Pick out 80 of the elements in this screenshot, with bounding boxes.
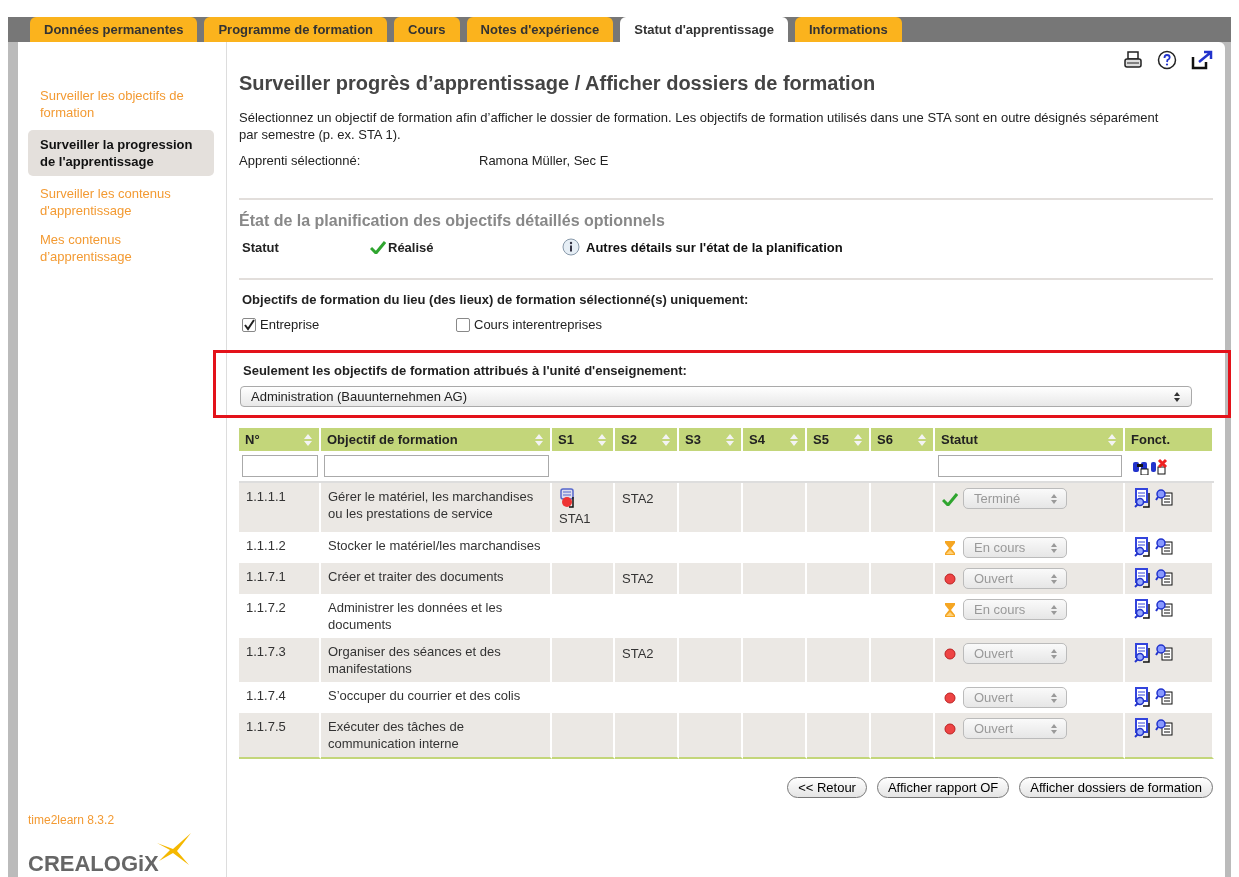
info-icon[interactable] [562, 238, 580, 256]
apprentice-name: Ramona Müller, Sec E [479, 153, 609, 168]
stepper-icon [1050, 691, 1058, 704]
stepper-icon [1050, 722, 1058, 735]
document-search-icon[interactable] [1134, 643, 1152, 663]
checkbox[interactable]: Cours interentreprises [456, 317, 602, 332]
tab[interactable]: Notes d'expérience [466, 17, 614, 42]
stepper-icon [1050, 541, 1058, 554]
document-search-icon[interactable] [1134, 488, 1152, 508]
action-button[interactable]: Afficher rapport OF [876, 777, 1010, 798]
table-cell: Exécuter des tâches de communication interne [321, 713, 552, 759]
help-icon[interactable] [1157, 50, 1177, 70]
table-cell: STA1 [559, 510, 591, 527]
document-search-icon[interactable] [1134, 537, 1152, 557]
table-cell: Gérer le matériel, les marchandises ou les prestations de service [321, 483, 552, 532]
tab[interactable]: Informations [794, 17, 902, 42]
document-alert-icon[interactable] [559, 488, 577, 508]
filter-field[interactable] [938, 455, 1122, 477]
section-heading: Objectifs de formation du lieu (des lieux) de formation sélectionné(s) uniquement: [241, 292, 750, 307]
check-icon [370, 240, 386, 254]
magnifier-document-icon[interactable] [1155, 687, 1173, 705]
document-search-icon[interactable] [1134, 687, 1152, 707]
action-button[interactable]: Afficher dossiers de formation [1019, 777, 1213, 798]
magnifier-document-icon[interactable] [1155, 718, 1173, 736]
document-search-icon[interactable] [1134, 568, 1152, 588]
magnifier-document-icon[interactable] [1155, 488, 1173, 506]
status-value: Réalisé [388, 239, 434, 255]
magnifier-document-icon[interactable] [1155, 599, 1173, 617]
column-header[interactable]: S2 [615, 428, 679, 451]
tab[interactable]: Données permanentes [30, 17, 198, 42]
column-header[interactable]: S1 [552, 428, 615, 451]
unit-select[interactable]: Administration (Bauunternehmen AG) [240, 386, 1192, 407]
tab[interactable]: Cours [394, 17, 460, 42]
tab[interactable]: Statut d'apprentissage [620, 17, 788, 42]
column-header[interactable]: S6 [871, 428, 935, 451]
check-icon [243, 318, 255, 331]
checkbox[interactable]: Entreprise [242, 317, 456, 332]
magnifier-document-icon[interactable] [1155, 568, 1173, 586]
filter-field[interactable] [324, 455, 549, 477]
page-title: Surveiller progrès d’apprentissage / Afficher dossiers de formation [239, 72, 877, 95]
logo-text: CREALOGiX [28, 851, 159, 877]
column-header[interactable]: S4 [743, 428, 807, 451]
stepper-icon [1050, 572, 1058, 585]
table-cell: 1.1.7.1 [239, 563, 321, 594]
stepper-icon [1050, 647, 1058, 660]
section-heading: Seulement les objectifs de formation attribués à l'unité d'enseignement: [242, 363, 688, 378]
column-header[interactable]: S3 [679, 428, 743, 451]
table-cell: Organiser des séances et des manifestations [321, 638, 552, 682]
stepper-icon [1173, 390, 1181, 403]
table-cell: STA2 [622, 490, 654, 507]
column-header[interactable]: Fonct. [1125, 428, 1214, 451]
column-header[interactable]: N° [239, 428, 321, 451]
magnifier-document-icon[interactable] [1155, 643, 1173, 661]
sidebar-item[interactable]: Surveiller la progression de l'apprentissage [28, 130, 214, 176]
table-cell: STA2 [622, 570, 654, 587]
filter-field[interactable] [242, 455, 318, 477]
details-link[interactable]: Autres détails sur l'état de la planification [586, 239, 843, 255]
table-cell: Créer et traiter des documents [321, 563, 552, 594]
external-link-icon[interactable] [1191, 50, 1213, 70]
intro-text: Sélectionnez un objectif de formation afin d’afficher le dossier de formation. Les objectifs de formation utilisés dans une STA sont en outre désignés séparément par semestre (p. ex. STA 1). [239, 109, 1160, 143]
document-search-icon[interactable] [1134, 718, 1152, 738]
table-cell: 1.1.1.1 [239, 483, 321, 532]
stepper-icon [1050, 603, 1058, 616]
stepper-icon [1050, 492, 1058, 505]
table-cell: STA2 [622, 645, 654, 662]
print-icon[interactable] [1123, 50, 1143, 70]
document-search-icon[interactable] [1134, 599, 1152, 619]
table-cell: 1.1.7.5 [239, 713, 321, 759]
magnifier-document-icon[interactable] [1155, 537, 1173, 555]
field-label: Apprenti sélectionné: [239, 153, 362, 168]
section-heading: État de la planification des objectifs détaillés optionnels [239, 212, 666, 230]
tab[interactable]: Programme de formation [204, 17, 388, 42]
version-label: time2learn 8.3.2 [28, 813, 116, 827]
status-label: Statut [242, 239, 280, 255]
column-header[interactable]: Statut [935, 428, 1125, 451]
table-cell: 1.1.7.3 [239, 638, 321, 682]
column-header[interactable]: Objectif de formation [321, 428, 552, 451]
action-button[interactable]: << Retour [787, 777, 867, 798]
column-header[interactable]: S5 [807, 428, 871, 451]
clear-filter-icon[interactable] [1150, 457, 1168, 475]
